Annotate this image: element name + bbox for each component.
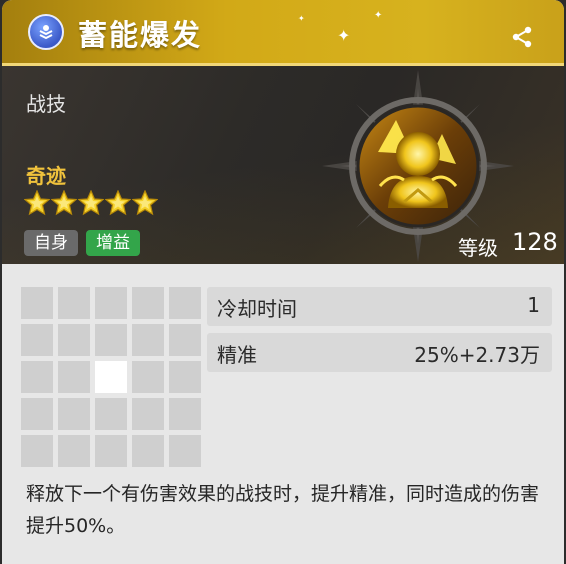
range-cell xyxy=(95,435,127,467)
stat-value: 25%+2.73万 xyxy=(414,343,540,367)
range-cell xyxy=(58,361,90,393)
range-cell xyxy=(95,287,127,319)
rarity-stars xyxy=(24,190,158,216)
title-bar: 蓄能爆发 ✦ ✦ ✦ xyxy=(2,0,564,66)
range-cell xyxy=(95,324,127,356)
star-icon xyxy=(24,190,50,216)
skill-tags: 自身 增益 xyxy=(24,230,140,256)
range-cell xyxy=(21,287,53,319)
skill-type-icon xyxy=(28,14,64,50)
range-cell xyxy=(58,324,90,356)
range-cell xyxy=(169,398,201,430)
sparkle-icon: ✦ xyxy=(374,10,383,21)
range-cell xyxy=(21,435,53,467)
range-cell xyxy=(58,287,90,319)
range-cell xyxy=(132,398,164,430)
range-cell xyxy=(58,435,90,467)
share-icon[interactable] xyxy=(510,25,534,49)
range-cell xyxy=(21,361,53,393)
range-cell xyxy=(169,287,201,319)
skill-name: 蓄能爆发 xyxy=(78,18,203,52)
range-cell xyxy=(132,324,164,356)
range-cell xyxy=(132,361,164,393)
sparkle-icon: ✦ xyxy=(298,14,305,23)
skill-type-label: 战技 xyxy=(26,92,66,116)
stat-row-cooldown: 冷却时间 1 xyxy=(207,287,552,326)
skill-description: 释放下一个有伤害效果的战技时，提升精准，同时造成的伤害提升50%。 xyxy=(26,483,540,537)
tag-buff: 增益 xyxy=(86,230,140,256)
range-cell xyxy=(169,435,201,467)
star-icon xyxy=(78,190,104,216)
stat-label: 精准 xyxy=(217,343,257,367)
rarity-label: 奇迹 xyxy=(26,164,66,188)
sparkle-icon: ✦ xyxy=(337,26,351,45)
tag-self: 自身 xyxy=(24,230,78,256)
star-icon xyxy=(105,190,131,216)
range-cell xyxy=(58,398,90,430)
range-cell xyxy=(132,287,164,319)
stat-label: 冷却时间 xyxy=(217,297,297,321)
range-cell xyxy=(21,398,53,430)
range-cell xyxy=(132,435,164,467)
skill-emblem-icon xyxy=(322,70,514,262)
skill-header: 战技 奇迹 自身 增益 等级 128 xyxy=(2,66,564,264)
star-icon xyxy=(51,190,77,216)
level-value: 128 xyxy=(512,228,558,256)
range-cell xyxy=(95,398,127,430)
stat-value: 1 xyxy=(527,293,540,317)
range-cell xyxy=(169,324,201,356)
range-grid xyxy=(21,287,201,467)
range-cell xyxy=(169,361,201,393)
range-cell-active xyxy=(95,361,127,393)
star-icon xyxy=(132,190,158,216)
range-cell xyxy=(21,324,53,356)
stat-row-precision: 精准 25%+2.73万 xyxy=(207,333,552,372)
skill-card: 蓄能爆发 ✦ ✦ ✦ 战技 奇迹 自身 增益 等级 128 冷却时间 1 精准 … xyxy=(2,0,564,564)
